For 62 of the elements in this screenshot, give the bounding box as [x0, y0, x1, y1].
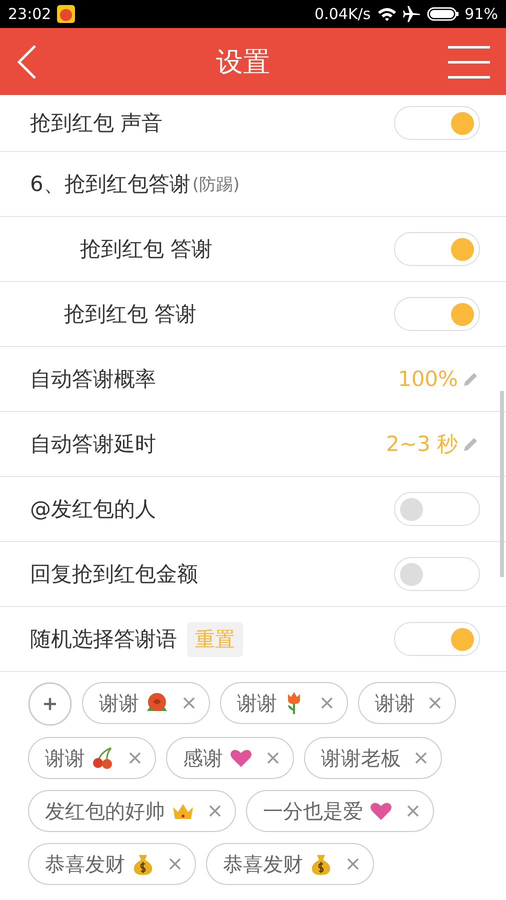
network-speed: 0.04K/s	[314, 5, 371, 23]
money-bag-icon	[131, 852, 155, 876]
close-icon[interactable]	[347, 858, 359, 870]
tag-label: 感谢	[183, 744, 223, 772]
phrase-tag[interactable]: 恭喜发财	[206, 843, 374, 885]
page-title: 设置	[216, 46, 270, 80]
toggle-switch[interactable]	[394, 297, 480, 331]
close-icon[interactable]	[209, 805, 221, 817]
toggle-switch[interactable]	[394, 557, 480, 591]
tag-label: 谢谢	[237, 690, 277, 716]
phrase-tag[interactable]: 恭喜发财	[28, 843, 196, 885]
tag-label: 谢谢	[45, 744, 85, 772]
setting-label: 自动答谢延时	[30, 431, 156, 458]
clock: 23:02	[8, 5, 52, 23]
add-button[interactable]	[28, 682, 72, 726]
close-icon[interactable]	[129, 752, 141, 764]
phrase-tag[interactable]: 谢谢	[82, 682, 210, 724]
tag-label: 谢谢	[99, 690, 139, 716]
tag-label: 谢谢	[375, 690, 415, 716]
close-icon[interactable]	[169, 858, 181, 870]
wifi-icon	[376, 6, 397, 22]
airplane-icon	[402, 5, 421, 23]
battery-level: 91%	[464, 5, 498, 23]
cherry-icon	[91, 746, 115, 770]
pencil-icon[interactable]	[462, 370, 480, 388]
close-icon[interactable]	[267, 752, 279, 764]
back-icon[interactable]	[16, 44, 38, 80]
battery-icon	[426, 6, 459, 22]
close-icon[interactable]	[415, 752, 427, 764]
setting-label: 抢到红包 声音	[30, 110, 163, 137]
phrase-tag[interactable]: 谢谢	[28, 737, 156, 779]
setting-label: 回复抢到红包金额	[30, 561, 198, 588]
menu-icon[interactable]	[448, 44, 490, 80]
setting-label: @发红包的人	[30, 496, 156, 523]
setting-label: 抢到红包 答谢	[64, 301, 197, 328]
phrase-tag[interactable]: 感谢	[166, 737, 294, 779]
toggle-switch[interactable]	[394, 492, 480, 526]
pencil-icon[interactable]	[462, 435, 480, 453]
toggle-switch[interactable]	[394, 232, 480, 266]
tag-label: 发红包的好帅	[45, 798, 165, 824]
toggle-switch[interactable]	[394, 622, 480, 656]
section-note: (防踢)	[192, 174, 240, 196]
close-icon[interactable]	[321, 697, 333, 709]
close-icon[interactable]	[407, 805, 419, 817]
phrase-tag[interactable]: 发红包的好帅	[28, 790, 236, 832]
section-title: 6、抢到红包答谢	[30, 171, 190, 198]
tag-label: 谢谢老板	[321, 744, 401, 772]
app-icon	[57, 5, 76, 23]
tag-label: 恭喜发财	[45, 850, 125, 878]
close-icon[interactable]	[183, 697, 195, 709]
setting-label: 自动答谢概率	[30, 366, 156, 393]
toggle-switch[interactable]	[394, 106, 480, 140]
tag-label: 一分也是爱	[263, 798, 363, 824]
money-bag-icon	[309, 852, 333, 876]
close-icon[interactable]	[429, 697, 441, 709]
setting-label: 随机选择答谢语	[30, 626, 177, 653]
phrase-tag[interactable]: 谢谢	[358, 682, 456, 724]
phrase-tag[interactable]: 谢谢老板	[304, 737, 442, 779]
tag-label: 恭喜发财	[223, 850, 303, 878]
setting-label: 抢到红包 答谢	[80, 236, 213, 263]
phrase-tag[interactable]: 谢谢	[220, 682, 348, 724]
phrase-tag[interactable]: 一分也是爱	[246, 790, 434, 832]
